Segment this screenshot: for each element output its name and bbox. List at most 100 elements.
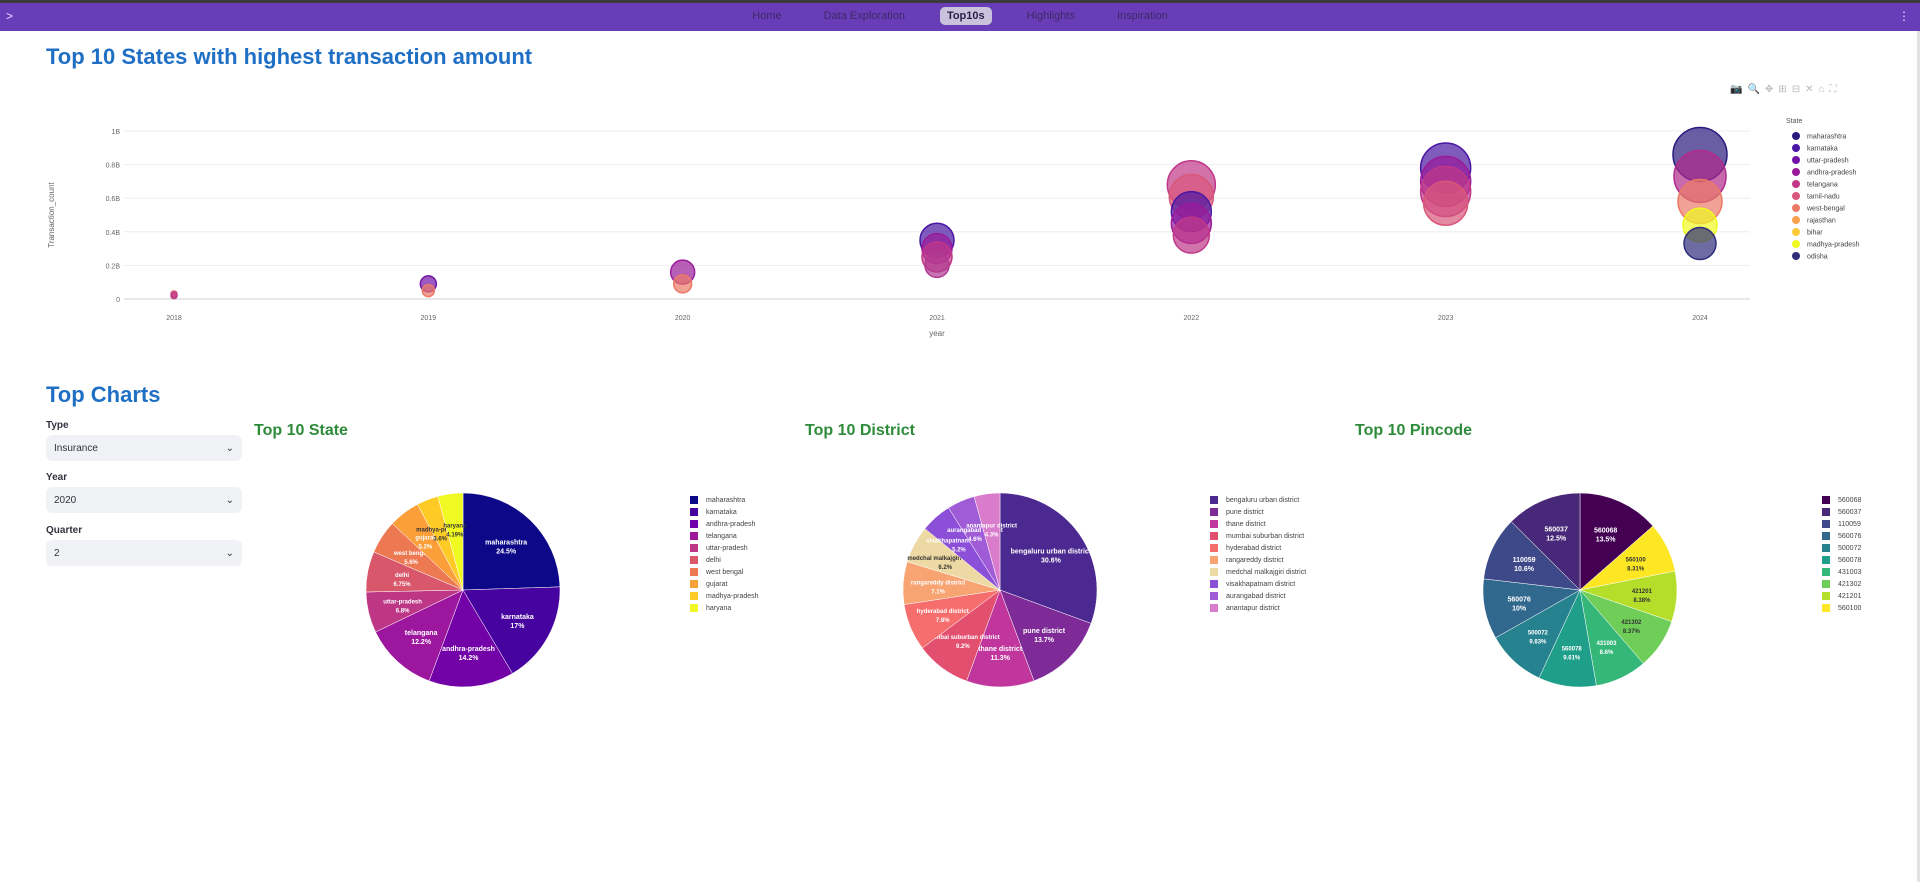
legend-label: 421201 — [1838, 592, 1862, 600]
legend-marker[interactable] — [1792, 144, 1800, 152]
legend-item[interactable]: 500072 — [1822, 542, 1861, 554]
legend-swatch — [1210, 508, 1218, 516]
bubble-chart[interactable]: 0 0.2B 0.4B 0.6B 0.8B 1B 2018 2019 2020 2021 2022 2… — [44, 80, 1880, 350]
legend-label: mumbai suburban district — [1226, 532, 1305, 540]
nav-item-home[interactable]: Home — [745, 7, 788, 25]
legend-item[interactable]: thane district — [1210, 518, 1306, 530]
legend-label[interactable]: telangana — [1807, 182, 1838, 189]
legend-item[interactable]: 560037 — [1822, 506, 1861, 518]
legend-label: thane district — [1226, 520, 1266, 528]
slice-percent: 12.5% — [1546, 536, 1567, 543]
legend-swatch — [1210, 592, 1218, 600]
legend-item[interactable]: karnataka — [690, 506, 759, 518]
legend-item[interactable]: uttar-pradesh — [690, 542, 759, 554]
legend-swatch — [1210, 556, 1218, 564]
legend-label[interactable]: karnataka — [1807, 146, 1838, 153]
legend-item[interactable]: hyderabad district — [1210, 542, 1306, 554]
legend-label[interactable]: maharashtra — [1807, 134, 1846, 141]
quarter-label: Quarter — [46, 525, 83, 536]
legend-item[interactable]: telangana — [690, 530, 759, 542]
legend-item[interactable]: haryana — [690, 602, 759, 614]
legend-label[interactable]: odisha — [1807, 254, 1828, 261]
y-tick-label: 0.8B — [106, 163, 121, 170]
bubble-point[interactable] — [421, 283, 436, 298]
year-select[interactable]: 2020 ⌄ — [46, 487, 242, 513]
legend-item[interactable]: pune district — [1210, 506, 1306, 518]
bubble-point[interactable] — [1172, 216, 1211, 254]
slice-label: 421201 — [1632, 589, 1653, 595]
legend-label: rangareddy district — [1226, 556, 1284, 564]
bubble-point[interactable] — [672, 274, 693, 294]
legend-label[interactable]: uttar-pradesh — [1807, 158, 1849, 165]
legend-swatch — [1210, 568, 1218, 576]
legend-marker[interactable] — [1792, 216, 1800, 224]
legend-marker[interactable] — [1792, 192, 1800, 200]
legend-item[interactable]: andhra-pradesh — [690, 518, 759, 530]
legend-marker[interactable] — [1792, 240, 1800, 248]
legend-item[interactable]: 560076 — [1822, 530, 1861, 542]
pie-title-district: Top 10 District — [805, 422, 915, 439]
legend-item[interactable]: gujarat — [690, 578, 759, 590]
more-menu-icon[interactable]: ⋮ — [1898, 9, 1910, 23]
type-select[interactable]: Insurance ⌄ — [46, 435, 242, 461]
legend-item[interactable]: visakhapatnam district — [1210, 578, 1306, 590]
legend-marker[interactable] — [1792, 252, 1800, 260]
legend-item[interactable]: 560078 — [1822, 554, 1861, 566]
legend-item[interactable]: aurangabad district — [1210, 590, 1306, 602]
legend-label[interactable]: madhya-pradesh — [1807, 242, 1860, 249]
legend-item[interactable]: maharashtra — [690, 494, 759, 506]
legend-item[interactable]: mumbai suburban district — [1210, 530, 1306, 542]
legend-item[interactable]: anantapur district — [1210, 602, 1306, 614]
legend-label: madhya-pradesh — [706, 592, 759, 600]
slice-label: 421302 — [1621, 620, 1642, 626]
slice-percent: 4.6% — [968, 537, 982, 543]
nav-item-top10s[interactable]: Top10s — [939, 7, 992, 25]
legend-label[interactable]: west-bengal — [1806, 206, 1845, 213]
type-label: Type — [46, 420, 69, 431]
legend-item[interactable]: madhya-pradesh — [690, 590, 759, 602]
legend-marker[interactable] — [1792, 156, 1800, 164]
legend-item[interactable]: 560068 — [1822, 494, 1861, 506]
legend-item[interactable]: 560100 — [1822, 602, 1861, 614]
slice-percent: 5.2% — [418, 545, 432, 551]
bubble-point[interactable] — [924, 252, 950, 279]
y-tick-label: 0 — [116, 297, 120, 304]
pincode-pie-chart[interactable]: 560068 13.5% 560100 8.31% 421201 8.38% 421302 8… — [1470, 480, 1690, 700]
nav-item-data-exploration[interactable]: Data Exploration — [817, 7, 912, 25]
legend-marker[interactable] — [1792, 132, 1800, 140]
legend-item[interactable]: rangareddy district — [1210, 554, 1306, 566]
bubble-point[interactable] — [1683, 226, 1717, 261]
legend-marker[interactable] — [1792, 168, 1800, 176]
legend-label[interactable]: bihar — [1807, 230, 1823, 237]
district-pie-chart[interactable]: bengaluru urban district 30.6% pune distri… — [890, 480, 1110, 700]
bubble-point[interactable] — [1422, 180, 1469, 226]
legend-swatch — [1822, 544, 1830, 552]
nav-item-highlights[interactable]: Highlights — [1020, 7, 1082, 25]
nav-item-inspiration[interactable]: Inspiration — [1110, 7, 1175, 25]
legend-label: bengaluru urban district — [1226, 496, 1300, 504]
legend-item[interactable]: 421201 — [1822, 590, 1861, 602]
y-tick-label: 0.6B — [106, 196, 121, 203]
legend-item[interactable]: 110059 — [1822, 518, 1861, 530]
x-tick-label: 2024 — [1692, 315, 1708, 322]
legend-item[interactable]: bengaluru urban district — [1210, 494, 1306, 506]
legend-marker[interactable] — [1792, 180, 1800, 188]
quarter-select[interactable]: 2 ⌄ — [46, 540, 242, 566]
legend-item[interactable]: medchal malkajgiri district — [1210, 566, 1306, 578]
slice-percent: 14.2% — [459, 655, 480, 662]
bubble-point[interactable] — [170, 291, 178, 300]
slice-percent: 9.2% — [956, 644, 970, 650]
slice-percent: 8.38% — [1633, 598, 1651, 604]
legend-item[interactable]: 431003 — [1822, 566, 1861, 578]
state-pie-chart[interactable]: maharashtra 24.5% karnataka 17% andhra-prade… — [353, 480, 573, 700]
legend-item[interactable]: 421302 — [1822, 578, 1861, 590]
legend-marker[interactable] — [1792, 204, 1800, 212]
legend-label[interactable]: rajasthan — [1807, 218, 1836, 225]
legend-item[interactable]: delhi — [690, 554, 759, 566]
legend-label[interactable]: tamil-nadu — [1807, 194, 1840, 201]
legend-item[interactable]: west bengal — [690, 566, 759, 578]
legend-label[interactable]: andhra-pradesh — [1807, 170, 1857, 177]
slice-label: 560076 — [1507, 596, 1530, 603]
slice-percent: 8.6% — [1600, 650, 1614, 656]
legend-marker[interactable] — [1792, 228, 1800, 236]
